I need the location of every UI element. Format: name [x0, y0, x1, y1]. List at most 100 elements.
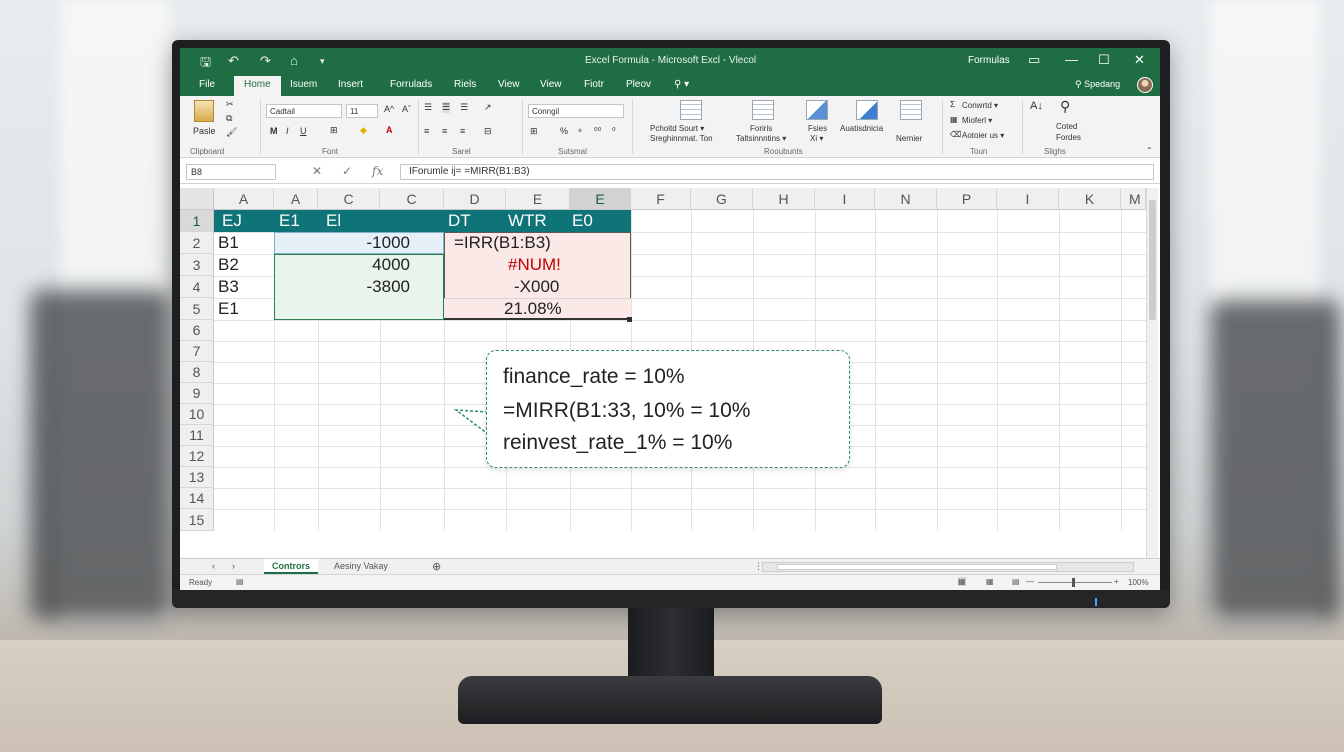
row-header[interactable]: 13	[180, 467, 214, 488]
align-middle-icon[interactable]: ☰	[442, 102, 451, 113]
format-as-table-label-2[interactable]: Taltsinnntins ▾	[736, 134, 786, 143]
column-header[interactable]: H	[753, 188, 815, 210]
header-cell-e1[interactable]: WTR	[508, 210, 547, 232]
column-header[interactable]: D	[444, 188, 506, 210]
row-header[interactable]: 11	[180, 425, 214, 446]
row-header[interactable]: 3	[180, 254, 214, 276]
format-cells-label[interactable]: Nernier	[896, 134, 922, 143]
conditional-formatting-label[interactable]: Pchoitd Sourt ▾	[650, 124, 704, 133]
grow-font-icon[interactable]: A^	[384, 104, 394, 114]
cell-e2[interactable]: =IRR(B1:B3)	[454, 232, 551, 254]
header-cell-b1[interactable]: E1	[279, 210, 300, 232]
row-header[interactable]: 7	[180, 341, 214, 362]
align-left-icon[interactable]: ≡	[424, 126, 429, 136]
cell-a2[interactable]: B1	[218, 232, 239, 254]
row-header[interactable]: 9	[180, 383, 214, 404]
row-header[interactable]: 1	[180, 210, 214, 232]
avatar[interactable]	[1137, 77, 1153, 93]
insert-cells-icon[interactable]	[856, 100, 878, 120]
column-header[interactable]: A	[274, 188, 318, 210]
share-button[interactable]: ⚲ Spedang	[1075, 79, 1120, 90]
cell-styles-label[interactable]: Fsies	[808, 124, 827, 133]
tab-fiotr[interactable]: Fiotr	[584, 79, 604, 90]
number-format-combo[interactable]: Conngil	[528, 104, 624, 118]
align-right-icon[interactable]: ≡	[460, 126, 465, 136]
vertical-scroll-thumb[interactable]	[1149, 200, 1156, 320]
sheet-nav-next-icon[interactable]: ›	[224, 559, 243, 574]
column-header[interactable]: F	[631, 188, 691, 210]
cancel-icon[interactable]: ✕	[312, 164, 322, 178]
accounting-format-icon[interactable]: ⊞	[530, 126, 538, 137]
align-center-icon[interactable]: ≡	[442, 126, 447, 136]
header-cell-f1[interactable]: E0	[572, 210, 593, 232]
percent-style-icon[interactable]: %	[560, 126, 568, 136]
column-header[interactable]: K	[1059, 188, 1121, 210]
tell-me-search-icon[interactable]: ⚲ ▾	[674, 79, 689, 90]
header-cell-c1[interactable]: El	[326, 210, 341, 232]
column-header[interactable]: E	[506, 188, 570, 210]
column-header[interactable]: G	[691, 188, 753, 210]
zoom-out-icon[interactable]: —	[1026, 577, 1034, 586]
home-icon[interactable]: ⌂	[290, 53, 298, 68]
tab-home[interactable]: Home	[234, 76, 281, 96]
row-header[interactable]: 15	[180, 509, 214, 531]
sheet-tab-contrors[interactable]: Contrors	[264, 559, 318, 574]
cell-c2[interactable]: -1000	[330, 232, 410, 254]
minimize-button[interactable]: —	[1065, 52, 1078, 67]
tab-riels[interactable]: Riels	[454, 79, 476, 90]
row-header[interactable]: 8	[180, 362, 214, 383]
row-header[interactable]: 14	[180, 488, 214, 509]
conditional-formatting-icon[interactable]	[680, 100, 702, 120]
cell-c4[interactable]: -3800	[330, 276, 410, 298]
column-header[interactable]: I	[997, 188, 1059, 210]
bold-icon[interactable]: M	[270, 126, 278, 136]
column-header[interactable]: N	[875, 188, 937, 210]
merge-center-icon[interactable]: ⊟	[484, 126, 492, 137]
increase-decimal-icon[interactable]: ⁰⁰	[594, 126, 601, 137]
column-header[interactable]: C	[380, 188, 444, 210]
zoom-in-icon[interactable]: +	[1114, 577, 1119, 586]
column-header[interactable]: A	[214, 188, 274, 210]
underline-icon[interactable]: U	[300, 126, 307, 136]
cell-styles-icon[interactable]	[806, 100, 828, 120]
column-header[interactable]: P	[937, 188, 997, 210]
shrink-font-icon[interactable]: Aˇ	[402, 104, 411, 114]
close-button[interactable]: ✕	[1134, 52, 1145, 68]
header-cell-d1[interactable]: DT	[448, 210, 471, 232]
macro-record-icon[interactable]: ▤	[236, 577, 244, 586]
decrease-decimal-icon[interactable]: ⁰	[612, 126, 616, 137]
tab-pleov[interactable]: Pleov	[626, 79, 651, 90]
customize-quick-access-icon[interactable]: ▾	[320, 56, 325, 67]
tab-formulas[interactable]: Forrulads	[390, 79, 432, 90]
sort-filter-icon[interactable]: A↓	[1030, 100, 1043, 112]
column-header[interactable]: M	[1121, 188, 1146, 210]
zoom-slider-thumb[interactable]	[1072, 578, 1075, 587]
format-painter-icon[interactable]: 🖌	[226, 127, 237, 138]
page-layout-icon[interactable]: ▦	[986, 577, 994, 586]
sort-filter-label-2[interactable]: Fordes	[1056, 133, 1081, 142]
cell-e3-error[interactable]: #NUM!	[508, 254, 561, 276]
autosum-icon[interactable]: Σ	[950, 100, 955, 109]
tab-view-2[interactable]: View	[540, 79, 562, 90]
fill-color-icon[interactable]: ◆	[360, 125, 367, 136]
column-header[interactable]: E	[570, 188, 631, 210]
fill-icon[interactable]: ▦	[950, 115, 958, 124]
maximize-button[interactable]: ☐	[1098, 52, 1110, 68]
collapse-ribbon-icon[interactable]: ⌃	[1146, 146, 1153, 155]
zoom-slider[interactable]	[1038, 582, 1112, 583]
cell-c3[interactable]: 4000	[330, 254, 410, 276]
find-select-icon[interactable]: ⚲	[1060, 98, 1070, 115]
cell-e5[interactable]: 21.08%	[504, 298, 562, 320]
align-top-icon[interactable]: ☰	[424, 102, 432, 113]
orientation-icon[interactable]: ↗	[484, 102, 492, 113]
sort-filter-label[interactable]: Coted	[1056, 122, 1077, 131]
row-header[interactable]: 12	[180, 446, 214, 467]
row-header[interactable]: 4	[180, 276, 214, 298]
horizontal-scrollbar[interactable]	[762, 562, 1134, 572]
zoom-level[interactable]: 100%	[1128, 578, 1148, 587]
insert-function-icon[interactable]: fx	[372, 164, 383, 178]
column-header[interactable]: I	[815, 188, 875, 210]
normal-view-icon[interactable]: ▦	[958, 577, 966, 586]
format-cells-icon[interactable]	[900, 100, 922, 120]
tab-isuem[interactable]: Isuem	[290, 79, 317, 90]
